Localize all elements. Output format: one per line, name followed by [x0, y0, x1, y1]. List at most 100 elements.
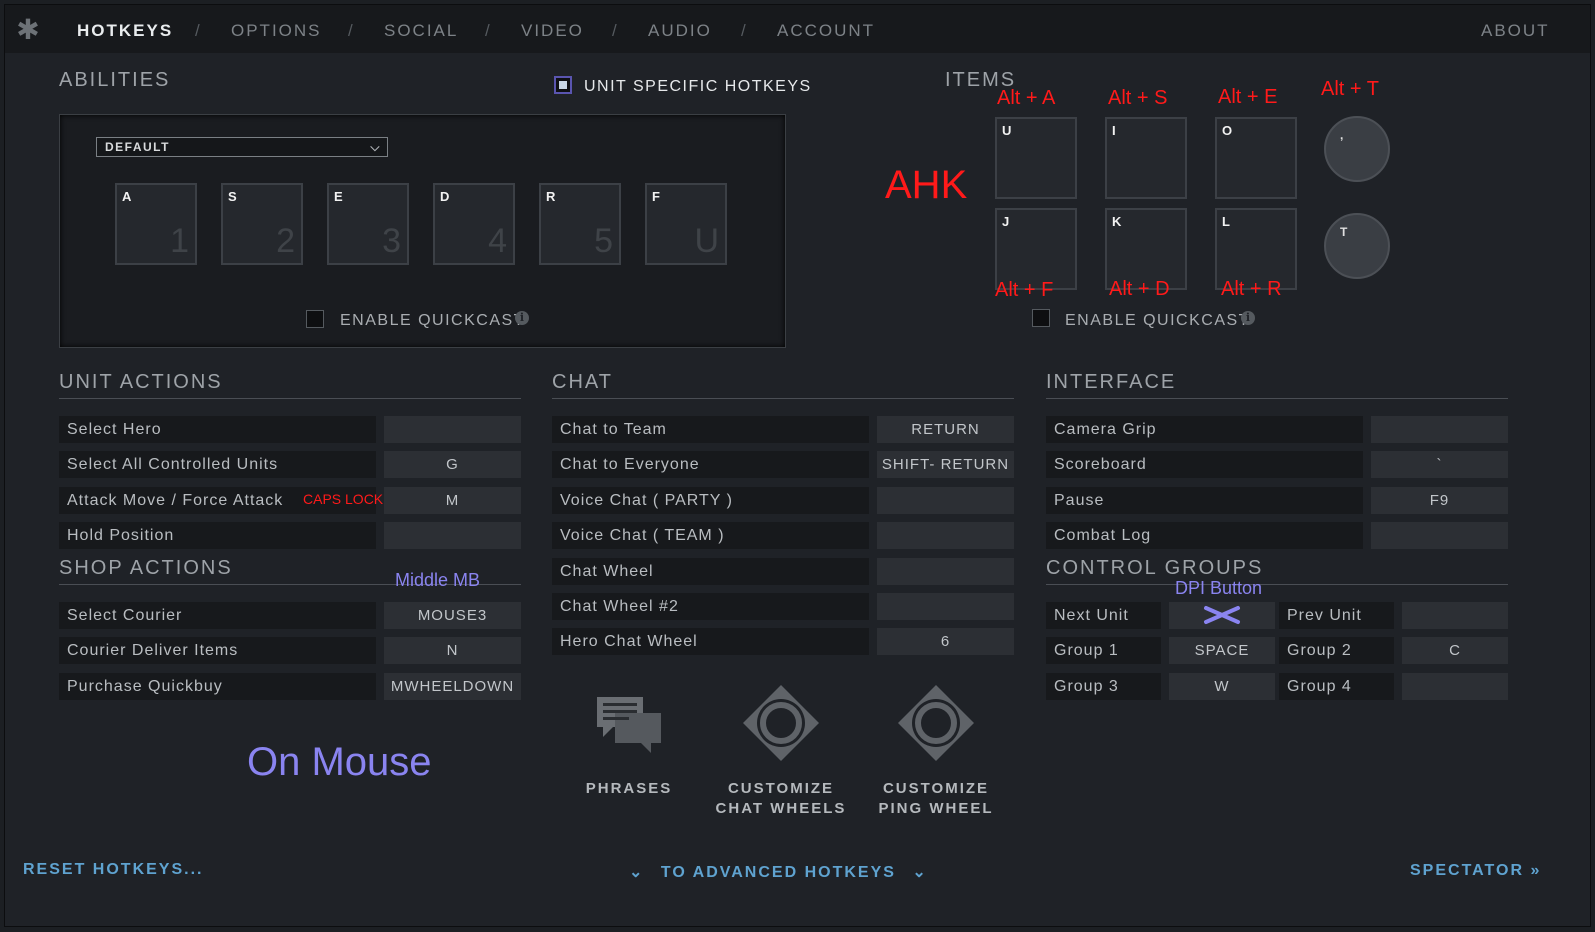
row-label-next-unit: Next Unit [1046, 602, 1161, 629]
ability-number: 1 [170, 222, 189, 260]
advanced-hotkeys-label: TO ADVANCED HOTKEYS [660, 864, 896, 881]
hotkey-combat-log[interactable] [1371, 522, 1508, 549]
row-label-chat-wheel: Chat Wheel [552, 558, 869, 585]
tab-account[interactable]: ACCOUNT [777, 21, 875, 41]
chat-title: CHAT [552, 371, 613, 393]
ability-key: F [652, 189, 660, 204]
hotkey-group-1[interactable]: SPACE [1169, 637, 1275, 664]
hotkey-group-4[interactable] [1402, 673, 1508, 700]
hotkey-group-3[interactable]: W [1169, 673, 1275, 700]
item-slot-4[interactable]: J [995, 208, 1077, 290]
ability-slot-1[interactable]: A 1 [115, 183, 197, 265]
annotation-on-mouse: On Mouse [247, 740, 432, 784]
unit-specific-checkbox[interactable] [554, 76, 572, 94]
ability-key: D [440, 189, 450, 204]
row-label-prev-unit: Prev Unit [1279, 602, 1394, 629]
row-label-chat-team: Chat to Team [552, 416, 869, 443]
tab-social[interactable]: SOCIAL [384, 21, 458, 41]
ability-quickcast-label: ENABLE QUICKCAST [340, 312, 525, 329]
chevron-down-icon: ⌵ [370, 140, 381, 154]
phrases-label: PHRASES [585, 780, 673, 797]
control-groups-title: CONTROL GROUPS [1046, 557, 1264, 579]
info-icon[interactable]: i [515, 311, 529, 325]
ability-quickcast-checkbox[interactable] [306, 310, 324, 328]
wheel-icon [898, 685, 974, 761]
item-key: O [1222, 123, 1233, 138]
item-slot-2[interactable]: I [1105, 117, 1187, 199]
spectator-label: SPECTATOR [1410, 862, 1525, 879]
row-label-select-hero: Select Hero [59, 416, 376, 443]
speech-bubbles-icon [597, 697, 661, 753]
hotkey-chat-wheel[interactable] [877, 558, 1014, 585]
hotkey-prev-unit[interactable] [1402, 602, 1508, 629]
hotkey-purchase-quickbuy[interactable]: MWHEELDOWN [384, 673, 521, 700]
customize-chat-wheels-button[interactable]: CUSTOMIZE CHAT WHEELS [711, 683, 851, 819]
hotkey-next-unit[interactable] [1169, 602, 1275, 629]
hotkey-chat-everyone[interactable]: SHIFT- RETURN [877, 451, 1014, 478]
hotkey-voice-team[interactable] [877, 522, 1014, 549]
hotkey-chat-wheel-2[interactable] [877, 593, 1014, 620]
abilities-title: ABILITIES [59, 69, 171, 91]
advanced-hotkeys-toggle[interactable]: ⌄ TO ADVANCED HOTKEYS ⌄ [629, 862, 928, 882]
hotkey-select-all-units[interactable]: G [384, 451, 521, 478]
nav-separator: / [612, 21, 617, 40]
annotation-alt-t: Alt + T [1321, 78, 1379, 100]
ability-slot-4[interactable]: D 4 [433, 183, 515, 265]
courier-item-slot[interactable]: , [1324, 116, 1390, 182]
nav-separator: / [195, 21, 200, 40]
nav-separator: / [741, 21, 746, 40]
tab-hotkeys[interactable]: HOTKEYS [77, 21, 173, 41]
item-key: L [1222, 214, 1230, 229]
tp-scroll-slot[interactable]: T [1324, 213, 1390, 279]
hotkey-select-hero[interactable] [384, 416, 521, 443]
row-label-select-courier: Select Courier [59, 602, 376, 629]
hotkey-courier-deliver[interactable]: N [384, 637, 521, 664]
spectator-link[interactable]: SPECTATOR » [1410, 862, 1541, 880]
annotation-alt-f: Alt + F [995, 279, 1054, 301]
unit-specific-label: UNIT SPECIFIC HOTKEYS [584, 78, 812, 95]
hotkey-chat-team[interactable]: RETURN [877, 416, 1014, 443]
hotkey-scoreboard[interactable]: ` [1371, 451, 1508, 478]
tab-options[interactable]: OPTIONS [231, 21, 322, 41]
chevron-down-icon: ⌄ [629, 864, 645, 881]
hotkey-hero-chat-wheel[interactable]: 6 [877, 628, 1014, 655]
hotkey-hold-position[interactable] [384, 522, 521, 549]
hotkey-select-courier[interactable]: MOUSE3 [384, 602, 521, 629]
item-quickcast-checkbox[interactable] [1032, 309, 1050, 327]
ability-slot-5[interactable]: R 5 [539, 183, 621, 265]
hotkey-attack-move[interactable]: M [384, 487, 521, 514]
item-key: K [1112, 214, 1122, 229]
ability-slot-2[interactable]: S 2 [221, 183, 303, 265]
row-label-select-all-units: Select All Controlled Units [59, 451, 376, 478]
row-label-voice-party: Voice Chat ( PARTY ) [552, 487, 869, 514]
reset-hotkeys-link[interactable]: RESET HOTKEYS... [23, 861, 203, 879]
ability-number: 5 [594, 222, 613, 260]
ability-slot-3[interactable]: E 3 [327, 183, 409, 265]
divider [1046, 584, 1508, 585]
annotation-caps-lock: CAPS LOCK [303, 491, 384, 507]
unit-actions-title: UNIT ACTIONS [59, 371, 223, 393]
item-slot-3[interactable]: O [1215, 117, 1297, 199]
ability-slot-ultimate[interactable]: F U [645, 183, 727, 265]
hotkey-voice-party[interactable] [877, 487, 1014, 514]
hotkey-camera-grip[interactable] [1371, 416, 1508, 443]
hotkey-group-2[interactable]: C [1402, 637, 1508, 664]
hotkey-pause[interactable]: F9 [1371, 487, 1508, 514]
top-nav: ✱ HOTKEYS / OPTIONS / SOCIAL / VIDEO / A… [5, 5, 1590, 53]
ability-key: E [334, 189, 343, 204]
annotation-alt-s: Alt + S [1108, 87, 1168, 109]
item-key: T [1340, 225, 1348, 239]
item-key: , [1340, 128, 1344, 142]
customize-ping-wheel-button[interactable]: CUSTOMIZE PING WHEEL [866, 683, 1006, 819]
info-icon[interactable]: i [1241, 311, 1255, 325]
ping-wheel-label-2: PING WHEEL [878, 800, 994, 817]
gear-icon[interactable]: ✱ [13, 15, 43, 45]
tab-about[interactable]: ABOUT [1481, 21, 1550, 41]
tab-audio[interactable]: AUDIO [648, 21, 712, 41]
tab-video[interactable]: VIDEO [521, 21, 584, 41]
hero-dropdown[interactable]: DEFAULT ⌵ [96, 137, 388, 157]
row-label-group-1: Group 1 [1046, 637, 1161, 664]
item-slot-1[interactable]: U [995, 117, 1077, 199]
phrases-button[interactable]: PHRASES [574, 683, 684, 799]
row-label-group-4: Group 4 [1279, 673, 1394, 700]
